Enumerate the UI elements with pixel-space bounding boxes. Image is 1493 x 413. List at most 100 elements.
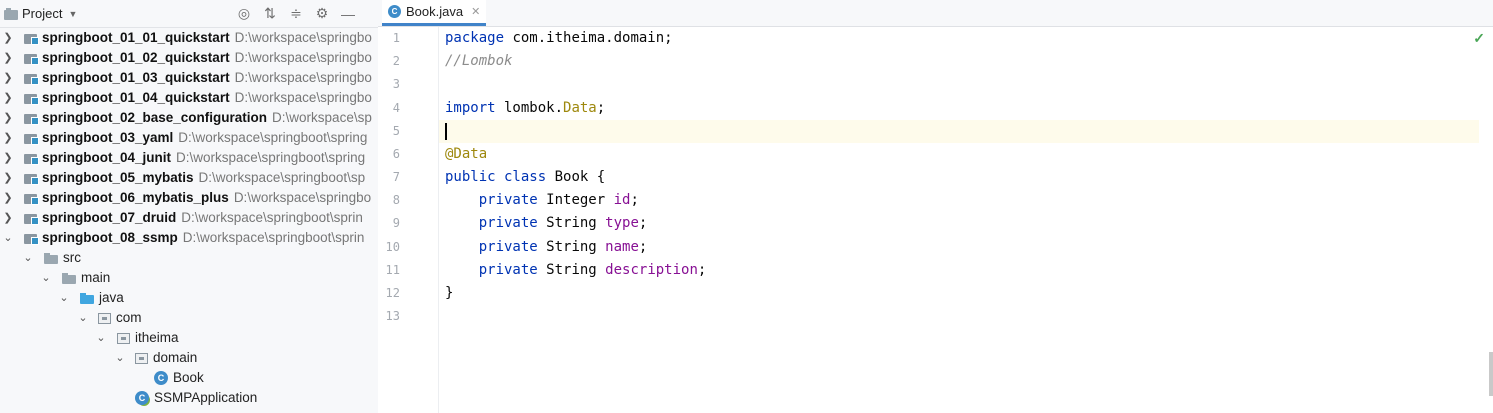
code-line[interactable]: } — [439, 282, 1479, 305]
chevron-right-icon[interactable]: ❯ — [2, 68, 14, 88]
keyword: package — [445, 30, 505, 46]
field-name: id — [613, 192, 631, 208]
code-line[interactable]: public class Book { — [439, 166, 1479, 189]
tree-item-module[interactable]: ❯ springboot_05_mybatis D:\workspace\spri… — [0, 168, 378, 188]
code-editor[interactable]: package com.itheima.domain; //Lombok imp… — [439, 27, 1479, 413]
chevron-right-icon[interactable]: ❯ — [2, 128, 14, 148]
chevron-down-icon[interactable]: ⌄ — [2, 228, 14, 248]
chevron-right-icon[interactable]: ❯ — [2, 28, 14, 48]
tree-item-main[interactable]: ⌄ main — [0, 268, 378, 288]
code-text: String — [537, 239, 606, 255]
tree-item-module[interactable]: ❯ springboot_02_base_configuration D:\wor… — [0, 108, 378, 128]
tree-item-src[interactable]: ⌄ src — [0, 248, 378, 268]
keyword: public class — [445, 169, 547, 185]
line-number: 9 — [392, 216, 400, 230]
module-icon — [24, 92, 39, 105]
chevron-right-icon[interactable]: ❯ — [2, 48, 14, 68]
tab-book-java[interactable]: C Book.java ✕ — [382, 0, 487, 26]
field-name: type — [605, 215, 639, 231]
module-name: springboot_06_mybatis_plus — [42, 190, 229, 205]
module-icon — [24, 152, 39, 165]
tree-item-module[interactable]: ❯ springboot_01_03_quickstart D:\workspac… — [0, 68, 378, 88]
gear-icon[interactable]: ⚙ — [314, 5, 330, 22]
code-line[interactable]: //Lombok — [439, 50, 1479, 73]
module-name: springboot_03_yaml — [42, 130, 174, 145]
tree-item-domain[interactable]: ⌄ domain — [0, 348, 378, 368]
class-icon: C — [388, 5, 401, 18]
expand-all-icon[interactable]: ⇅ — [262, 5, 278, 22]
module-icon — [24, 72, 39, 85]
chevron-down-icon[interactable]: ⌄ — [95, 328, 107, 348]
tree-item-java[interactable]: ⌄ java — [0, 288, 378, 308]
tree-item-module[interactable]: ❯ springboot_01_01_quickstart D:\workspac… — [0, 28, 378, 48]
tree-item-module-expanded[interactable]: ⌄ springboot_08_ssmp D:\workspace\springb… — [0, 228, 378, 248]
minimize-icon[interactable]: — — [340, 6, 356, 22]
tree-item-label: java — [99, 290, 124, 305]
code-line[interactable] — [439, 73, 1479, 96]
project-icon — [4, 7, 18, 20]
tree-item-module[interactable]: ❯ springboot_07_druid D:\workspace\spring… — [0, 208, 378, 228]
keyword: private — [478, 239, 538, 255]
tree-item-ssmp-application[interactable]: C SSMPApplication — [0, 388, 378, 408]
chevron-down-icon[interactable]: ⌄ — [114, 348, 126, 368]
tree-item-module[interactable]: ❯ springboot_04_junit D:\workspace\spring… — [0, 148, 378, 168]
chevron-right-icon[interactable]: ❯ — [2, 108, 14, 128]
module-path: D:\workspace\sp — [272, 110, 372, 125]
tree-item-label: itheima — [135, 330, 179, 345]
chevron-right-icon[interactable]: ❯ — [2, 88, 14, 108]
tree-item-module[interactable]: ❯ springboot_03_yaml D:\workspace\springb… — [0, 128, 378, 148]
code-text: lombok. — [495, 100, 564, 116]
close-icon[interactable]: ✕ — [471, 5, 480, 18]
inspection-ok-icon[interactable]: ✓ — [1473, 30, 1485, 47]
module-name: springboot_01_02_quickstart — [42, 50, 230, 65]
line-number: 11 — [385, 263, 400, 277]
module-name: springboot_08_ssmp — [42, 230, 178, 245]
chevron-right-icon[interactable]: ❯ — [2, 188, 14, 208]
line-number: 3 — [392, 77, 400, 91]
project-view-selector[interactable]: Project ▼ — [4, 4, 77, 23]
code-text: } — [445, 285, 454, 301]
line-number: 12 — [385, 286, 400, 300]
chevron-right-icon[interactable]: ❯ — [2, 168, 14, 188]
tree-item-book[interactable]: C Book — [0, 368, 378, 388]
chevron-right-icon[interactable]: ❯ — [2, 148, 14, 168]
scrollbar[interactable] — [1489, 352, 1493, 396]
target-icon[interactable]: ◎ — [236, 5, 252, 22]
module-name: springboot_05_mybatis — [42, 170, 194, 185]
keyword: private — [478, 192, 538, 208]
keyword: private — [478, 215, 538, 231]
code-line[interactable]: private String name; — [439, 236, 1479, 259]
code-line[interactable]: package com.itheima.domain; — [439, 27, 1479, 50]
tree-item-itheima[interactable]: ⌄ itheima — [0, 328, 378, 348]
chevron-down-icon[interactable]: ⌄ — [77, 308, 89, 328]
tree-item-module[interactable]: ❯ springboot_01_04_quickstart D:\workspac… — [0, 88, 378, 108]
code-line[interactable]: private String description; — [439, 259, 1479, 282]
chevron-down-icon[interactable]: ⌄ — [58, 288, 70, 308]
module-path: D:\workspace\springboot\sprin — [182, 230, 365, 245]
code-line[interactable]: private String type; — [439, 212, 1479, 235]
project-panel-header: Project ▼ ◎ ⇅ ≑ ⚙ — — [0, 0, 378, 28]
code-line[interactable]: @Data — [439, 143, 1479, 166]
code-line[interactable]: private Integer id; — [439, 189, 1479, 212]
line-number: 8 — [392, 193, 400, 207]
chevron-right-icon[interactable]: ❯ — [2, 208, 14, 228]
module-path: D:\workspace\springbo — [233, 190, 372, 205]
code-line[interactable]: import lombok.Data; — [439, 97, 1479, 120]
tree-item-label: SSMPApplication — [154, 390, 258, 405]
code-line-current[interactable] — [439, 120, 1479, 143]
line-number: 2 — [392, 54, 400, 68]
chevron-down-icon[interactable]: ⌄ — [22, 248, 34, 268]
code-text: ; — [697, 262, 707, 278]
module-path: D:\workspace\springbo — [234, 30, 372, 45]
collapse-all-icon[interactable]: ≑ — [288, 5, 304, 22]
comment: //Lombok — [445, 53, 513, 69]
tree-item-module[interactable]: ❯ springboot_06_mybatis_plus D:\workspace… — [0, 188, 378, 208]
tree-item-module[interactable]: ❯ springboot_01_02_quickstart D:\workspac… — [0, 48, 378, 68]
code-line[interactable] — [439, 305, 1479, 328]
module-icon — [24, 192, 39, 205]
chevron-down-icon[interactable]: ⌄ — [40, 268, 52, 288]
module-name: springboot_01_03_quickstart — [42, 70, 230, 85]
tab-label: Book.java — [406, 4, 464, 19]
package-icon — [98, 312, 111, 324]
tree-item-com[interactable]: ⌄ com — [0, 308, 378, 328]
